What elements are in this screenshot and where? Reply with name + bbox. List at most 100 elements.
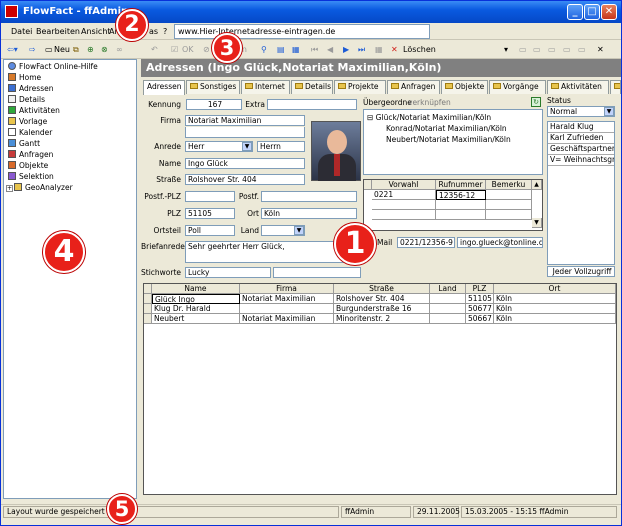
kennung-field[interactable]: 167 bbox=[186, 99, 242, 110]
table-cell[interactable]: Rolshover Str. 404 bbox=[334, 294, 430, 304]
layout-icon-4[interactable]: ▭ bbox=[563, 44, 571, 56]
postf-plz-field[interactable] bbox=[185, 191, 235, 202]
phone-bemerkung[interactable] bbox=[486, 190, 532, 200]
menu-datei[interactable]: Datei bbox=[11, 27, 32, 36]
link-parent[interactable]: verknüpfen bbox=[408, 98, 451, 107]
last-record-icon[interactable]: ⏭ bbox=[358, 44, 365, 56]
access-field[interactable]: Jeder Vollzugriff bbox=[547, 266, 615, 277]
forward-arrow-icon[interactable]: ⇨ bbox=[29, 44, 36, 56]
prev-record-icon[interactable]: ◀ bbox=[327, 44, 333, 56]
column-header-rufnummer[interactable]: Rufnummer bbox=[436, 180, 486, 190]
table-cell[interactable]: Klug Dr. Harald bbox=[152, 304, 240, 314]
binoculars-icon[interactable]: ⚲ bbox=[261, 44, 267, 56]
sidebar-item-help[interactable]: FlowFact Online-Hilfe bbox=[8, 62, 98, 72]
dropdown-icon[interactable]: ▾ bbox=[504, 44, 508, 56]
tab-anfragen[interactable]: Anfragen bbox=[387, 80, 440, 94]
close-button[interactable]: ✕ bbox=[601, 4, 617, 20]
table-cell[interactable] bbox=[430, 304, 466, 314]
tab-more[interactable]: S bbox=[610, 80, 621, 94]
url-input[interactable]: www.Hier-Internetadresse-eintragen.de bbox=[174, 24, 430, 39]
column-header-bemerkung[interactable]: Bemerku bbox=[486, 180, 532, 190]
tab-sonstiges[interactable]: Sonstiges bbox=[186, 80, 240, 94]
tab-details[interactable]: Details bbox=[291, 80, 333, 94]
scroll-down-icon[interactable]: ▼ bbox=[532, 218, 542, 228]
list-item[interactable]: Karl Zufrieden bbox=[548, 133, 614, 144]
chevron-down-icon[interactable]: ▼ bbox=[604, 107, 614, 116]
collapse-icon[interactable]: ⊟ bbox=[367, 113, 376, 122]
maximize-button[interactable]: □ bbox=[584, 4, 600, 20]
next-record-icon[interactable]: ▶ bbox=[343, 44, 349, 56]
table-cell[interactable]: Notariat Maximilian bbox=[240, 294, 334, 304]
anrede2-field[interactable]: Herrn bbox=[257, 141, 305, 152]
new-button[interactable]: Neu bbox=[54, 44, 70, 56]
copy-icon[interactable]: ⧉ bbox=[73, 44, 79, 56]
merge-icon[interactable]: ⊕ bbox=[87, 44, 94, 56]
table-cell[interactable]: Glück Ingo bbox=[152, 294, 240, 304]
sidebar-item-details[interactable]: Details bbox=[8, 95, 45, 105]
table-cell[interactable]: 51105 bbox=[466, 294, 494, 304]
stichworte-field-2[interactable] bbox=[273, 267, 361, 278]
sidebar-item-adressen[interactable]: Adressen bbox=[8, 84, 53, 94]
column-header-strasse[interactable]: Straße bbox=[334, 284, 430, 294]
table-cell[interactable] bbox=[430, 294, 466, 304]
tab-aktivitaeten[interactable]: Aktivitäten bbox=[547, 80, 609, 94]
column-header-firma[interactable]: Firma bbox=[240, 284, 334, 294]
tab-adressen[interactable]: Adressen bbox=[143, 80, 185, 95]
layout-icon-2[interactable]: ▭ bbox=[533, 44, 541, 56]
tree-node-child[interactable]: Neubert/Notariat Maximilian/Köln bbox=[386, 135, 511, 144]
list-item[interactable]: Harald Klug bbox=[548, 122, 614, 133]
undo-icon[interactable]: ↶ bbox=[151, 44, 158, 56]
report-icon[interactable]: ▦ bbox=[292, 44, 300, 56]
menu-ansicht[interactable]: Ansicht bbox=[81, 27, 111, 36]
ort-field[interactable]: Köln bbox=[261, 208, 357, 219]
first-record-icon[interactable]: ⏮ bbox=[311, 44, 318, 56]
menu-bearbeiten[interactable]: Bearbeiten bbox=[36, 27, 80, 36]
sidebar-item-aktivitaeten[interactable]: Aktivitäten bbox=[8, 106, 60, 116]
firma-field-2[interactable] bbox=[185, 127, 305, 138]
tab-projekte[interactable]: Projekte bbox=[334, 80, 386, 94]
back-arrow-icon[interactable]: ⇦▾ bbox=[7, 44, 18, 56]
expand-icon[interactable]: + bbox=[6, 185, 13, 192]
title-bar[interactable]: FlowFact - ffAdmin _ □ ✕ bbox=[1, 1, 621, 23]
list-item[interactable]: Geschäftspartner bbox=[548, 144, 614, 155]
filter-icon[interactable]: ▤ bbox=[277, 44, 285, 56]
ok-button[interactable]: OK bbox=[182, 44, 194, 56]
sidebar-item-objekte[interactable]: Objekte bbox=[8, 161, 48, 171]
column-header-name[interactable]: Name bbox=[152, 284, 240, 294]
sidebar-item-geoanalyzer[interactable]: + GeoAnalyzer bbox=[6, 183, 73, 193]
delete-button[interactable]: Löschen bbox=[403, 44, 436, 56]
column-header-vorwahl[interactable]: Vorwahl bbox=[372, 180, 436, 190]
minimize-button[interactable]: _ bbox=[567, 4, 583, 20]
postf-field[interactable] bbox=[261, 191, 357, 202]
plz-field[interactable]: 51105 bbox=[185, 208, 235, 219]
strasse-field[interactable]: Rolshover Str. 404 bbox=[185, 174, 305, 185]
phone-field[interactable]: 0221/12356-9 bbox=[397, 237, 455, 248]
column-header-land[interactable]: Land bbox=[430, 284, 466, 294]
tab-vorgaenge[interactable]: Vorgänge bbox=[489, 80, 546, 94]
table-cell[interactable]: Köln bbox=[494, 314, 616, 324]
menu-extras[interactable]: as bbox=[149, 27, 158, 36]
split-icon[interactable]: ⊗ bbox=[101, 44, 108, 56]
scroll-up-icon[interactable]: ▲ bbox=[532, 180, 542, 190]
row-selector[interactable] bbox=[144, 294, 152, 304]
table-cell[interactable]: 50677 bbox=[466, 304, 494, 314]
layout-icon-1[interactable]: ▭ bbox=[519, 44, 527, 56]
list-item[interactable]: V= Weihnachtsgruß bbox=[548, 155, 614, 166]
email-field[interactable]: ingo.glueck@tonline.de bbox=[457, 237, 543, 248]
table-cell[interactable]: Neubert bbox=[152, 314, 240, 324]
firma-field[interactable]: Notariat Maximilian bbox=[185, 115, 305, 126]
phone-vorwahl[interactable]: 0221 bbox=[372, 190, 436, 200]
tree-node-root[interactable]: ⊟ Glück/Notariat Maximilian/Köln bbox=[367, 113, 491, 122]
row-selector[interactable] bbox=[144, 304, 152, 314]
phone-rufnummer[interactable]: 12356-12 bbox=[436, 190, 486, 200]
close-form-icon[interactable]: ✕ bbox=[597, 44, 604, 56]
link-icon[interactable]: ∞ bbox=[116, 44, 123, 56]
column-header-ort[interactable]: Ort bbox=[494, 284, 616, 294]
table-cell[interactable] bbox=[430, 314, 466, 324]
sidebar-item-selektion[interactable]: Selektion bbox=[8, 172, 54, 182]
extra-field[interactable] bbox=[267, 99, 357, 110]
table-cell[interactable]: Burgunderstraße 16 bbox=[334, 304, 430, 314]
table-cell[interactable]: Köln bbox=[494, 294, 616, 304]
tab-objekte[interactable]: Objekte bbox=[441, 80, 488, 94]
chevron-down-icon[interactable]: ▼ bbox=[294, 226, 304, 235]
